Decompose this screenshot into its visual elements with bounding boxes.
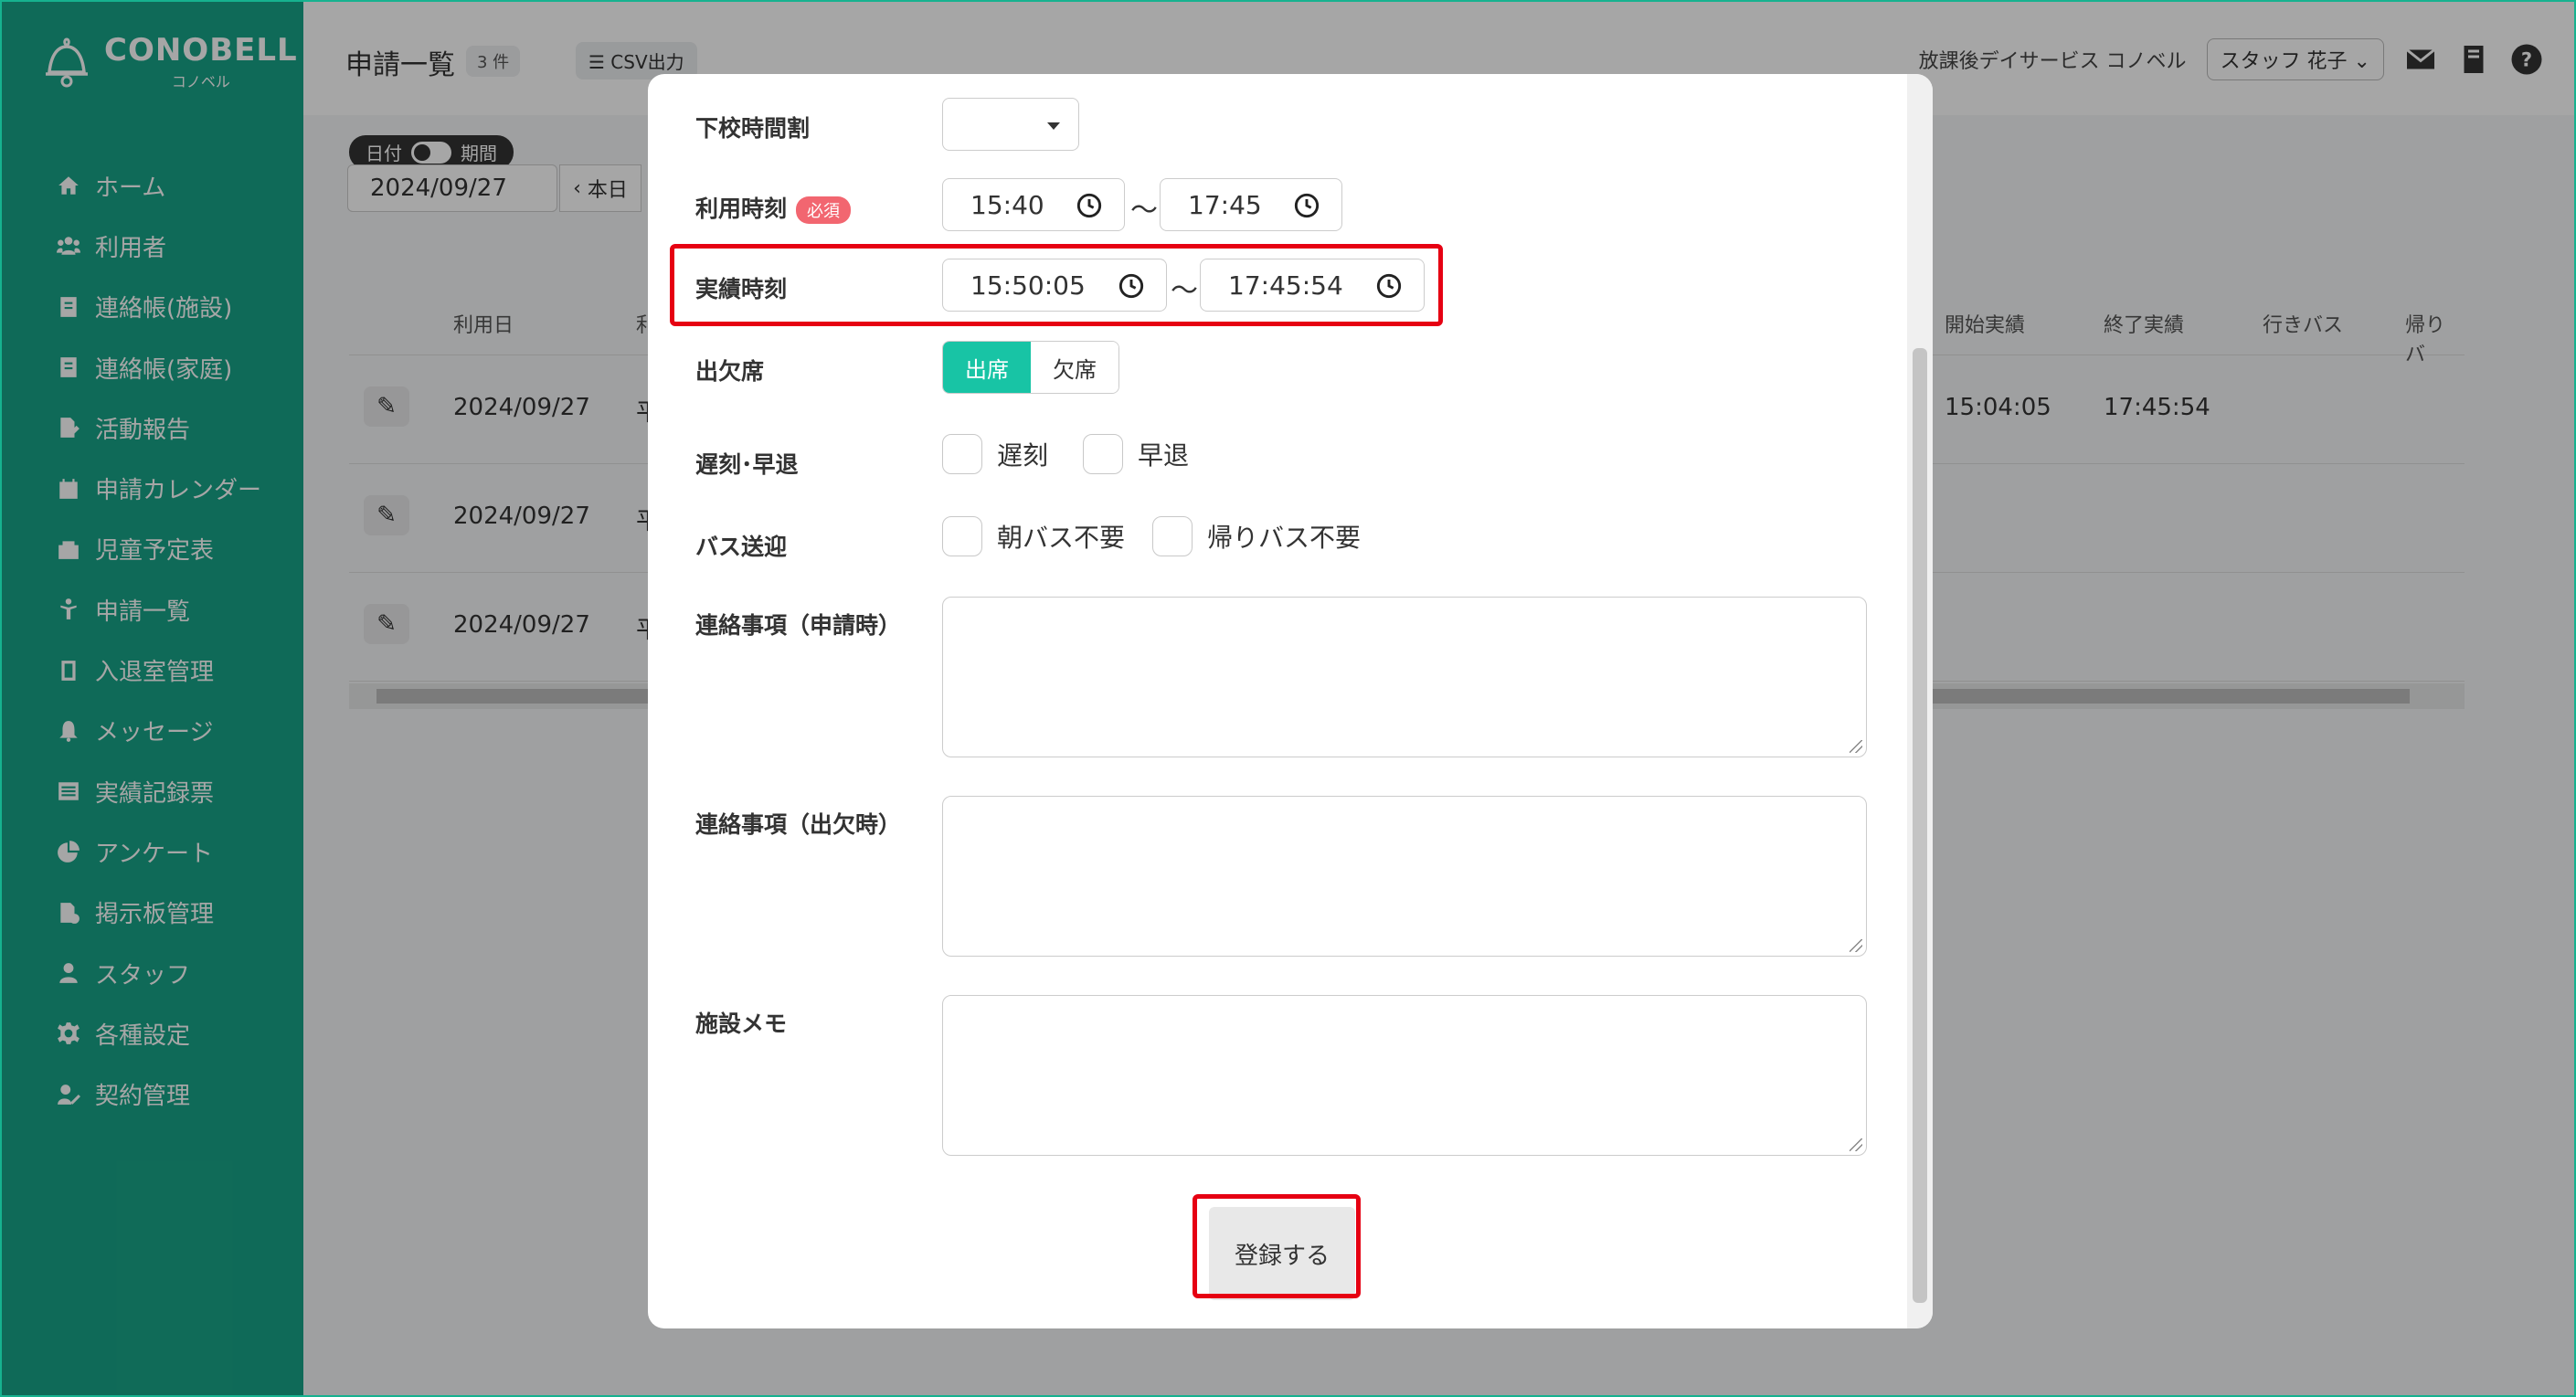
app-frame: CONOBELL コノベル ホーム 利用者 連絡帳(施設) 連絡帳(家庭) 活動… <box>0 0 2576 1397</box>
checkbox-box[interactable] <box>942 516 982 556</box>
modal-scrollbar-thumb[interactable] <box>1913 348 1927 1303</box>
highlight-actual-time <box>670 244 1443 326</box>
label-bus: バス送迎 <box>695 534 788 560</box>
attendance-toggle: 出席 欠席 <box>942 341 1119 394</box>
facility-memo-textarea[interactable] <box>942 995 1867 1156</box>
use-start-time-input[interactable]: 15:40 <box>942 178 1125 231</box>
clock-icon <box>1294 193 1320 218</box>
modal-scrollbar[interactable] <box>1907 74 1933 1328</box>
label-note-attend: 連絡事項（出欠時） <box>695 811 902 838</box>
note-attend-textarea[interactable] <box>942 796 1867 957</box>
highlight-submit <box>1193 1194 1361 1298</box>
absent-option[interactable]: 欠席 <box>1031 342 1118 393</box>
clock-icon <box>1076 193 1102 218</box>
early-checkbox[interactable]: 早退 <box>1083 434 1189 474</box>
no-morning-bus-checkbox[interactable]: 朝バス不要 <box>942 516 1125 556</box>
label-school-time: 下校時間割 <box>695 115 811 142</box>
use-start-value: 15:40 <box>970 189 1044 220</box>
label-attendance: 出欠席 <box>695 358 765 385</box>
present-option[interactable]: 出席 <box>943 342 1031 393</box>
checkbox-box[interactable] <box>1152 516 1193 556</box>
checkbox-box[interactable] <box>1083 434 1123 474</box>
school-time-select[interactable] <box>942 98 1079 151</box>
no-return-bus-checkbox[interactable]: 帰りバス不要 <box>1152 516 1361 556</box>
checkbox-box[interactable] <box>942 434 982 474</box>
late-checkbox[interactable]: 遅刻 <box>942 434 1048 474</box>
label-use-time: 利用時刻 必須 <box>695 191 852 224</box>
range-separator: 〜 <box>1130 195 1158 227</box>
label-late-early: 遅刻･早退 <box>695 451 799 478</box>
edit-application-modal: 下校時間割 利用時刻 必須 15:40 〜 17:45 実績時刻 15:50:05… <box>648 74 1933 1328</box>
no-morning-bus-label: 朝バス不要 <box>997 523 1126 553</box>
use-end-time-input[interactable]: 17:45 <box>1160 178 1342 231</box>
label-use-time-text: 利用時刻 <box>695 196 788 222</box>
required-badge: 必須 <box>796 196 852 224</box>
note-apply-textarea[interactable] <box>942 597 1867 757</box>
late-label: 遅刻 <box>997 440 1049 471</box>
no-return-bus-label: 帰りバス不要 <box>1207 523 1362 553</box>
early-label: 早退 <box>1138 440 1190 471</box>
use-end-value: 17:45 <box>1188 189 1262 220</box>
label-note-apply: 連絡事項（申請時） <box>695 612 902 639</box>
label-facility-memo: 施設メモ <box>695 1011 788 1037</box>
